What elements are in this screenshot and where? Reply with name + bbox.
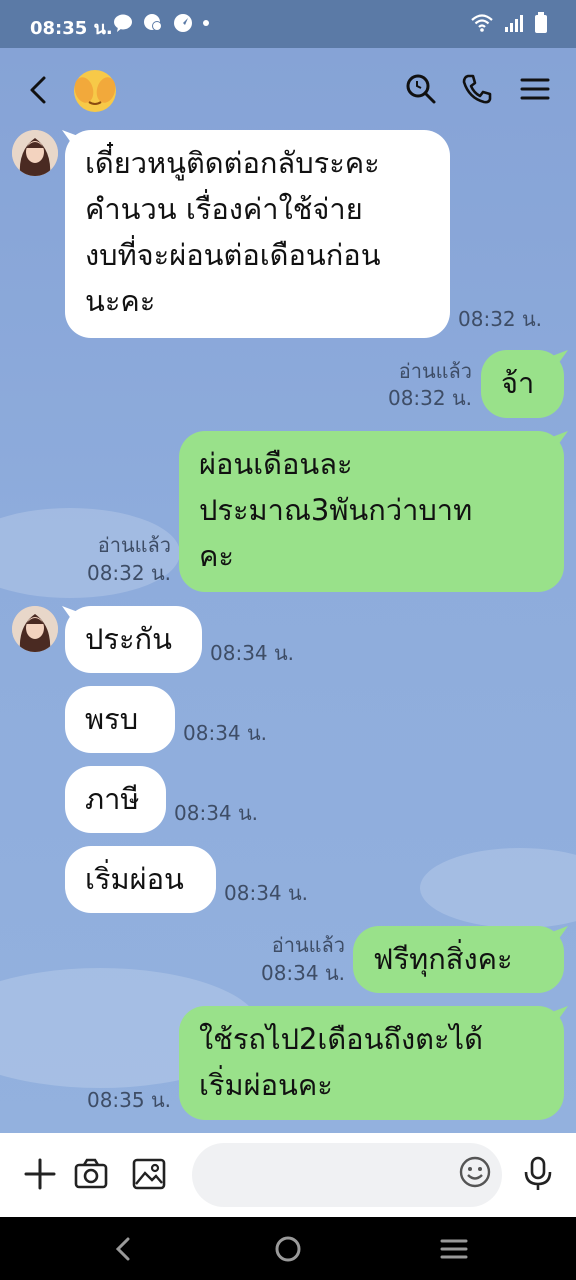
back-icon[interactable] xyxy=(24,72,54,108)
message-time: 08:34 น. xyxy=(260,961,345,985)
message-line: ภาษี xyxy=(85,782,140,816)
message-line: คำนวน เรื่องค่าใช้จ่าย xyxy=(85,192,363,226)
camera-icon[interactable] xyxy=(73,1156,109,1192)
bubble-tail xyxy=(552,926,568,940)
nav-recents-icon[interactable] xyxy=(439,1235,469,1263)
read-receipt: อ่านแล้ว xyxy=(97,533,171,557)
message-line: พรบ xyxy=(85,702,139,736)
message-time: 08:32 น. xyxy=(387,386,472,410)
compass-notification-icon xyxy=(174,14,192,32)
incoming-message[interactable]: ประกัน xyxy=(65,606,202,673)
message-time: 08:34 น. xyxy=(224,881,309,905)
bubble-tail xyxy=(552,431,568,445)
background-cloud xyxy=(420,848,576,928)
message-line: เริ่มผ่อน xyxy=(85,862,184,896)
message-time: 08:35 น. xyxy=(86,1088,171,1112)
status-time: 08:35 น. xyxy=(30,18,113,39)
outgoing-message[interactable]: ฟรีทุกสิ่งคะ xyxy=(353,926,564,993)
message-line: เริ่มผ่อนคะ xyxy=(199,1068,333,1102)
sender-avatar[interactable] xyxy=(12,130,58,176)
bubble-tail xyxy=(552,350,568,364)
outgoing-message[interactable]: ผ่อนเดือนละ ประมาณ3พันกว่าบาท คะ xyxy=(179,431,564,592)
search-icon[interactable] xyxy=(404,72,438,106)
chat-area[interactable]: เดี๋ยวหนูติดต่อกลับระคะ คำนวน เรื่องค่าใ… xyxy=(0,48,576,1133)
sender-avatar[interactable] xyxy=(12,606,58,652)
message-line: จ้า xyxy=(501,366,535,400)
sender-avatar-image xyxy=(12,130,58,176)
emoji-icon[interactable] xyxy=(458,1155,492,1189)
outgoing-message[interactable]: ใช้รถไป2เดือนถึงตะได้ เริ่มผ่อนคะ xyxy=(179,1006,564,1120)
incoming-message[interactable]: เดี๋ยวหนูติดต่อกลับระคะ คำนวน เรื่องค่าใ… xyxy=(65,130,450,338)
face-emoji-avatar[interactable] xyxy=(70,66,120,114)
message-input-bar xyxy=(0,1133,576,1217)
read-receipt: อ่านแล้ว xyxy=(271,933,345,957)
wifi-icon xyxy=(471,14,493,32)
incoming-message[interactable]: ภาษี xyxy=(65,766,166,833)
bubble-tail xyxy=(552,1006,568,1020)
menu-icon[interactable] xyxy=(518,72,552,106)
message-line: ประมาณ3พันกว่าบาท xyxy=(199,493,473,527)
plus-icon[interactable] xyxy=(22,1156,58,1192)
battery-icon xyxy=(535,12,547,33)
chat-header xyxy=(0,48,576,132)
nav-home-icon[interactable] xyxy=(273,1235,303,1263)
message-time: 08:34 น. xyxy=(174,801,259,825)
phone-icon[interactable] xyxy=(460,72,494,106)
incoming-message[interactable]: พรบ xyxy=(65,686,175,753)
message-line: คะ xyxy=(199,539,234,573)
message-time: 08:34 น. xyxy=(210,641,295,665)
image-icon[interactable] xyxy=(131,1156,167,1192)
microphone-icon[interactable] xyxy=(520,1156,556,1192)
message-line: งบที่จะผ่อนต่อเดือนก่อน xyxy=(85,238,381,272)
message-line: เดี๋ยวหนูติดต่อกลับระคะ xyxy=(85,146,380,180)
incoming-message[interactable]: เริ่มผ่อน xyxy=(65,846,216,913)
messenger-notification-icon xyxy=(144,14,162,31)
message-line: ผ่อนเดือนละ xyxy=(199,447,353,481)
signal-icon xyxy=(505,15,523,32)
message-input[interactable] xyxy=(192,1143,502,1207)
read-receipt: อ่านแล้ว xyxy=(398,359,472,383)
notification-icons xyxy=(112,12,210,34)
message-line: ประกัน xyxy=(85,622,172,656)
message-time: 08:34 น. xyxy=(183,721,268,745)
system-navigation-bar xyxy=(0,1217,576,1280)
nav-back-icon[interactable] xyxy=(108,1235,138,1263)
status-bar: 08:35 น. xyxy=(0,0,576,48)
chat-notification-icon xyxy=(114,14,132,32)
message-time: 08:32 น. xyxy=(458,307,543,331)
message-line: นะคะ xyxy=(85,284,156,318)
message-time: 08:32 น. xyxy=(86,561,171,585)
message-line: ใช้รถไป2เดือนถึงตะได้ xyxy=(199,1022,483,1056)
system-status-icons xyxy=(470,12,548,34)
message-line: ฟรีทุกสิ่งคะ xyxy=(373,942,513,976)
more-notifications-dot xyxy=(203,20,209,26)
sender-avatar-image xyxy=(12,606,58,652)
